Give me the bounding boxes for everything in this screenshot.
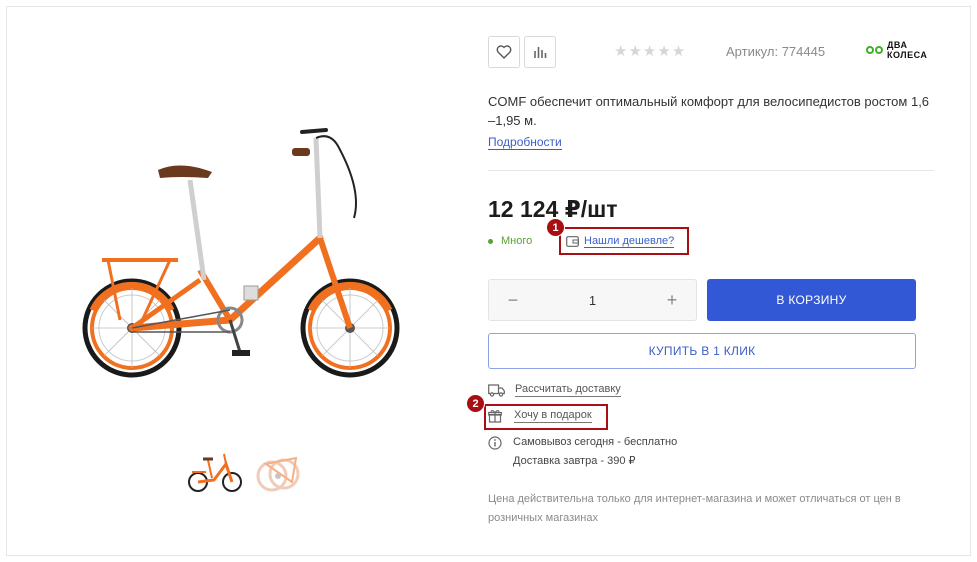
brand-name-line1: ДВА [887,40,908,50]
wish-gift-link: Хочу в подарок [514,409,592,423]
found-cheaper-link[interactable]: Нашли дешевле? [559,227,689,255]
brand-logo-icon [866,46,883,54]
one-click-buy-button[interactable]: КУПИТЬ В 1 КЛИК [488,333,916,369]
qty-decrease-button[interactable]: − [505,290,521,311]
thumbnail-1[interactable] [186,448,244,498]
details-link[interactable]: Подробности [488,135,562,150]
stock-dot-icon [488,238,493,244]
rating-stars[interactable]: ★★★★★ [614,42,686,60]
brand-logo: ДВА КОЛЕСА [866,40,933,60]
product-actions-row: ★★★★★ Артикул: 774445 ДВА КОЛЕСА [488,36,934,68]
wish-gift-row[interactable]: Хочу в подарок [488,409,592,423]
delivery-calc-link: Рассчитать доставку [515,383,621,397]
favorite-button[interactable] [488,36,520,68]
qty-increase-button[interactable]: + [664,290,680,311]
price-disclaimer: Цена действительна только для интернет-м… [488,493,901,524]
bike-illustration [82,128,400,378]
add-to-cart-button[interactable]: В КОРЗИНУ [707,279,916,321]
article-number: Артикул: 774445 [726,44,826,59]
main-product-image[interactable] [80,120,420,380]
delivery-calc-row[interactable]: Рассчитать доставку [488,383,621,397]
annotation-badge-2: 2 [466,394,485,413]
product-description: COMF обеспечит оптимальный комфорт для в… [488,94,930,128]
info-icon [488,436,502,450]
heart-icon [496,45,512,59]
wallet-icon [566,235,579,247]
thumbnail-strip [186,448,310,498]
delivery-tomorrow-text: Доставка завтра - 390 ₽ [513,455,636,467]
quantity-value[interactable]: 1 [589,293,596,308]
found-cheaper-label: Нашли дешевле? [584,234,675,248]
compare-button[interactable] [524,36,556,68]
brand-name-line2: КОЛЕСА [887,50,928,60]
pickup-today-text: Самовывоз сегодня - бесплатно [513,436,678,448]
quantity-stepper: − 1 + [488,279,697,321]
thumbnail-2[interactable] [252,448,310,498]
compare-chart-icon [534,47,547,58]
divider [488,170,934,171]
stock-label: Много [501,235,533,247]
gift-icon [488,409,502,423]
pickup-info: Самовывоз сегодня - бесплатно Доставка з… [513,433,677,471]
truck-icon [488,383,505,397]
stock-status: Много [488,235,532,247]
annotation-badge-1: 1 [546,218,565,237]
